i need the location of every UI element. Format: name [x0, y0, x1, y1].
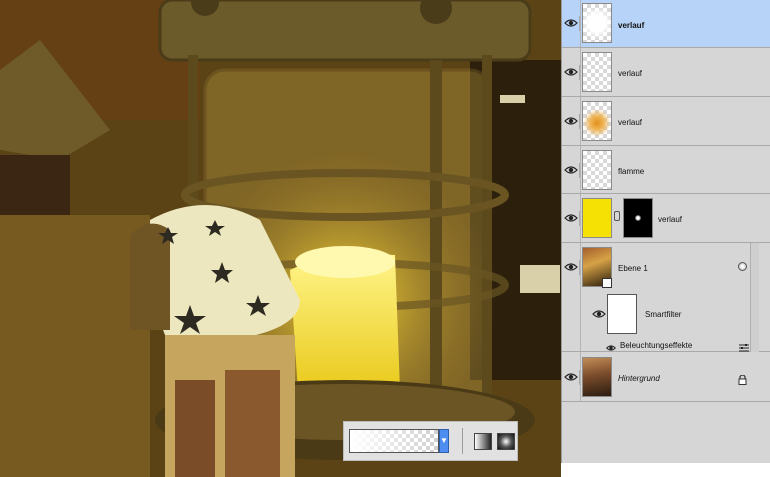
eye-icon[interactable] [564, 16, 580, 31]
filter-name: Beleuchtungseffekte [620, 341, 693, 350]
filter-effect-row[interactable]: Beleuchtungseffekte [562, 338, 770, 352]
lantern-photo [0, 0, 561, 477]
eye-icon[interactable] [564, 370, 580, 385]
gradient-preview [350, 430, 438, 452]
visibility-column [562, 338, 581, 351]
layer-thumbnail [582, 101, 612, 141]
eye-icon[interactable] [564, 211, 580, 226]
layer-row[interactable]: Hintergrund [562, 352, 770, 402]
smart-object-icon [602, 278, 612, 288]
layer-row[interactable]: Ebene 1 [562, 243, 770, 293]
layer-name: verlauf [618, 69, 643, 78]
link-icon[interactable] [614, 211, 620, 221]
document-canvas[interactable] [0, 0, 561, 477]
linear-gradient-icon[interactable] [474, 433, 492, 450]
layer-thumbnail [582, 52, 612, 92]
eye-icon[interactable] [564, 163, 580, 178]
eye-icon[interactable] [564, 260, 580, 275]
eye-icon[interactable] [564, 65, 580, 80]
layer-row[interactable]: flamme [562, 146, 770, 194]
visibility-column [562, 293, 581, 338]
layer-name: verlauf [618, 21, 645, 30]
toolbar-divider [462, 428, 463, 454]
layer-row[interactable]: verlauf [562, 194, 770, 243]
layer-row[interactable]: verlauf [562, 97, 770, 146]
layer-row[interactable]: verlauf [562, 0, 770, 48]
gradient-options-bar: ▼ [343, 421, 518, 461]
triangle-down-icon[interactable]: ▼ [439, 429, 449, 453]
layer-mask-thumbnail[interactable] [623, 198, 653, 238]
layer-thumbnail [582, 357, 612, 397]
smart-filter-badge-icon[interactable] [738, 262, 747, 271]
layer-name: Ebene 1 [618, 264, 648, 273]
layers-panel: verlauf verlauf verlauf flamme verlauf E [561, 0, 770, 463]
layer-thumbnail [582, 150, 612, 190]
layer-name: Hintergrund [618, 374, 660, 383]
layer-name: Smartfilter [645, 310, 682, 319]
gradient-picker[interactable] [349, 429, 439, 453]
layer-thumbnail [582, 198, 612, 238]
eye-icon[interactable] [592, 307, 607, 322]
lock-icon [738, 372, 747, 390]
filter-mask-thumbnail[interactable] [607, 294, 637, 334]
layer-row[interactable]: verlauf [562, 48, 770, 97]
layer-name: verlauf [658, 215, 683, 224]
eye-icon[interactable] [564, 114, 580, 129]
radial-gradient-icon[interactable] [497, 433, 515, 450]
layer-thumbnail [582, 3, 612, 43]
layer-name: flamme [618, 167, 645, 176]
layer-name: verlauf [618, 118, 643, 127]
layer-row[interactable]: Smartfilter [562, 293, 770, 338]
layer-scrollbar[interactable] [750, 243, 759, 352]
